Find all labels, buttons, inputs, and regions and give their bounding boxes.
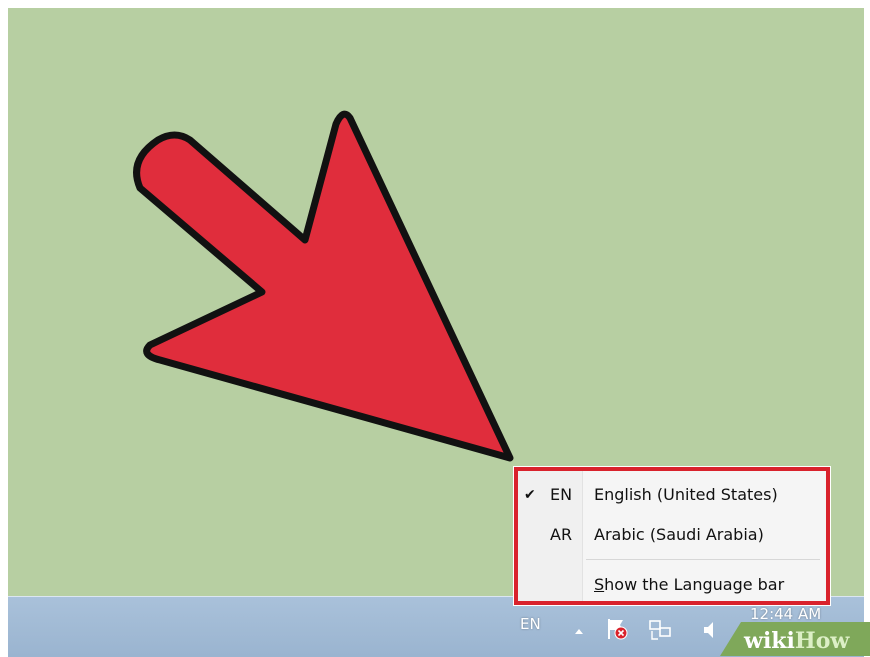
menu-item-abbr: AR — [550, 525, 573, 544]
show-hidden-icons-icon[interactable] — [574, 627, 584, 635]
menu-item-english[interactable]: ✔ EN English (United States) — [518, 479, 826, 511]
menu-item-label: Arabic (Saudi Arabia) — [594, 525, 764, 544]
action-center-flag-icon[interactable] — [606, 617, 628, 641]
wikihow-watermark: wikiHow — [744, 628, 849, 654]
watermark-how: How — [794, 628, 850, 654]
menu-item-abbr: EN — [550, 485, 573, 504]
watermark-wiki: wiki — [744, 628, 795, 654]
clock-time[interactable]: 12:44 AM — [750, 605, 821, 623]
network-icon[interactable] — [648, 619, 674, 641]
checkmark-icon: ✔ — [524, 487, 536, 503]
language-indicator[interactable]: EN — [520, 615, 541, 633]
language-menu: ✔ EN English (United States) AR Arabic (… — [514, 467, 830, 605]
menu-item-label-rest: how the Language bar — [604, 575, 785, 594]
menu-item-label: Show the Language bar — [594, 569, 784, 601]
access-key: S — [594, 575, 605, 594]
volume-icon[interactable] — [702, 621, 716, 639]
menu-separator — [586, 559, 820, 560]
menu-item-show-language-bar[interactable]: Show the Language bar — [518, 569, 826, 601]
menu-item-label: English (United States) — [594, 485, 778, 504]
menu-item-arabic[interactable]: AR Arabic (Saudi Arabia) — [518, 519, 826, 551]
